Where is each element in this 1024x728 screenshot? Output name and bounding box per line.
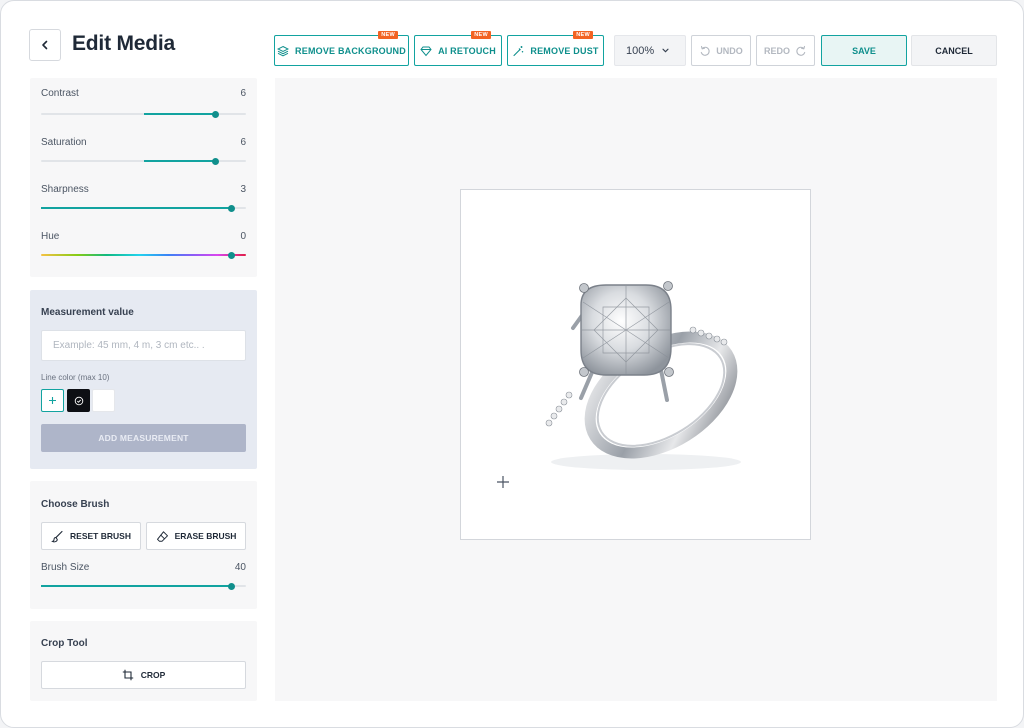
redo-label: REDO — [763, 45, 790, 56]
hue-slider[interactable] — [41, 251, 246, 259]
saturation-slider[interactable] — [41, 157, 246, 165]
layers-icon — [277, 45, 290, 56]
slider-thumb[interactable] — [211, 110, 219, 118]
sharpness-slider[interactable] — [41, 204, 246, 212]
undo-button[interactable]: UNDO — [691, 35, 751, 66]
measurement-panel: Measurement value Line color (max 10) AD… — [30, 290, 257, 469]
measurement-heading: Measurement value — [41, 307, 134, 318]
undo-icon — [701, 45, 710, 56]
erase-brush-button[interactable]: ERASE BRUSH — [146, 522, 246, 550]
page-title: Edit Media — [72, 32, 176, 55]
adjustments-panel: Contrast 6 Saturation 6 Sharpness 3 Hue … — [30, 78, 257, 277]
image-frame[interactable] — [460, 189, 811, 540]
color-swatch-white[interactable] — [92, 389, 115, 412]
ring-image — [545, 281, 741, 470]
remove-dust-button[interactable]: REMOVE DUST NEW — [507, 31, 604, 66]
erase-brush-label: ERASE BRUSH — [174, 531, 237, 541]
ai-retouch-button[interactable]: AI RETOUCH NEW — [414, 31, 502, 66]
edit-media-window: Edit Media REMOVE BACKGROUND NEW AI RETO… — [0, 0, 1024, 728]
zoom-select[interactable]: 100% — [614, 35, 686, 66]
diamond-icon — [420, 46, 432, 56]
crop-panel: Crop Tool CROP — [30, 621, 257, 701]
redo-button[interactable]: REDO — [756, 35, 815, 66]
zoom-value: 100% — [626, 44, 655, 57]
saturation-label: Saturation — [41, 137, 87, 148]
contrast-value: 6 — [240, 88, 246, 99]
magic-wand-icon — [513, 45, 524, 56]
add-color-button[interactable] — [41, 389, 64, 412]
saturation-value: 6 — [240, 137, 246, 148]
cancel-button[interactable]: CANCEL — [911, 35, 997, 66]
remove-background-button[interactable]: REMOVE BACKGROUND NEW — [274, 31, 409, 66]
redo-icon — [796, 45, 806, 56]
new-badge: NEW — [573, 31, 593, 39]
back-button[interactable] — [29, 29, 61, 61]
chevron-down-icon — [662, 48, 669, 53]
crop-label: CROP — [140, 670, 166, 680]
brush-heading: Choose Brush — [41, 499, 110, 510]
hue-label: Hue — [41, 231, 60, 242]
brush-size-label: Brush Size — [41, 562, 90, 573]
line-color-label: Line color (max 10) — [41, 373, 110, 382]
ai-retouch-label: AI RETOUCH — [438, 45, 496, 56]
chevron-left-icon — [42, 40, 48, 50]
color-swatch-black[interactable] — [67, 389, 90, 412]
image-canvas[interactable] — [275, 78, 997, 701]
sharpness-value: 3 — [240, 184, 246, 195]
contrast-label: Contrast — [41, 88, 79, 99]
remove-background-label: REMOVE BACKGROUND — [295, 45, 406, 56]
crop-heading: Crop Tool — [41, 638, 88, 649]
check-circle-icon — [74, 396, 83, 405]
brush-size-slider[interactable] — [41, 582, 246, 590]
brush-size-value: 40 — [234, 562, 246, 573]
new-badge: NEW — [471, 31, 491, 39]
slider-thumb[interactable] — [228, 251, 236, 259]
hue-value: 0 — [240, 231, 246, 242]
remove-dust-label: REMOVE DUST — [530, 45, 599, 56]
crosshair-cursor-icon — [497, 476, 509, 488]
save-button[interactable]: SAVE — [821, 35, 907, 66]
crop-button[interactable]: CROP — [41, 661, 246, 689]
contrast-slider[interactable] — [41, 110, 246, 118]
measurement-input[interactable] — [41, 330, 246, 361]
crop-icon — [122, 669, 133, 681]
slider-thumb[interactable] — [228, 582, 236, 590]
brush-panel: Choose Brush RESET BRUSH ERASE BRUSH Bru… — [30, 481, 257, 609]
slider-thumb[interactable] — [211, 157, 219, 165]
reset-brush-button[interactable]: RESET BRUSH — [41, 522, 141, 550]
plus-icon — [49, 397, 56, 404]
sharpness-label: Sharpness — [41, 184, 89, 195]
brush-icon — [51, 530, 63, 542]
eraser-icon — [156, 530, 168, 542]
reset-brush-label: RESET BRUSH — [70, 531, 131, 541]
add-measurement-button[interactable]: ADD MEASUREMENT — [41, 424, 246, 452]
new-badge: NEW — [378, 31, 398, 39]
slider-thumb[interactable] — [228, 204, 236, 212]
undo-label: UNDO — [716, 45, 743, 56]
